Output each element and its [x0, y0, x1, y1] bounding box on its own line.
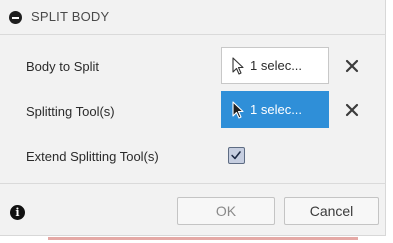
ok-button[interactable]: OK: [177, 197, 275, 225]
dialog-header[interactable]: SPLIT BODY: [0, 0, 386, 34]
body-to-split-selector[interactable]: 1 selec...: [221, 47, 329, 84]
background-canvas-edge: [48, 237, 358, 240]
collapse-icon[interactable]: [9, 11, 22, 24]
clear-tools-selection-close-icon[interactable]: [345, 103, 359, 117]
split-body-dialog: SPLIT BODY Body to Split 1 selec... Spli…: [0, 0, 386, 236]
checkmark-icon: [231, 151, 241, 160]
cursor-icon: [232, 56, 244, 75]
extend-splitting-tools-label: Extend Splitting Tool(s): [26, 149, 159, 164]
body-to-split-selection-text: 1 selec...: [250, 58, 303, 73]
header-divider: [0, 34, 386, 35]
cursor-icon: [232, 100, 244, 119]
footer-divider: [0, 183, 386, 184]
dialog-title: SPLIT BODY: [31, 9, 110, 24]
splitting-tools-selector[interactable]: 1 selec...: [221, 91, 329, 128]
extend-splitting-tools-checkbox[interactable]: [228, 147, 245, 164]
info-icon[interactable]: i: [10, 205, 25, 220]
cancel-button[interactable]: Cancel: [284, 197, 379, 225]
clear-body-selection-close-icon[interactable]: [345, 59, 359, 73]
body-to-split-label: Body to Split: [26, 59, 99, 74]
splitting-tools-selection-text: 1 selec...: [250, 102, 303, 117]
splitting-tools-label: Splitting Tool(s): [26, 104, 115, 119]
